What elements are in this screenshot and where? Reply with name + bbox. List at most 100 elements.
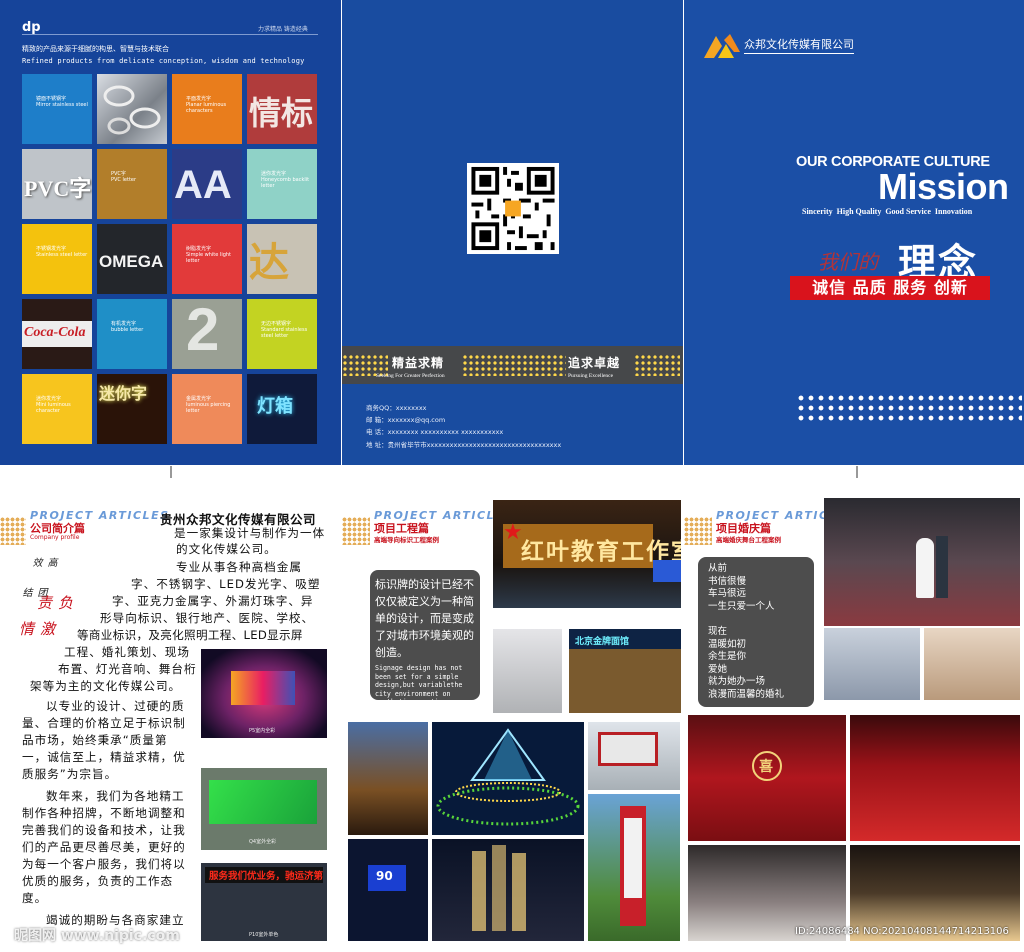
fold-mark (170, 466, 172, 478)
tile-red-letters: 情标 (247, 74, 317, 144)
paragraph-line: 专业从事各种高档金属 (176, 560, 302, 574)
paragraph-line: 优质的服务，负责的工作态 (22, 874, 174, 888)
led-single-photo: 服务我们优业务，驰运济第 P10室外单色 (201, 863, 327, 941)
toyota-logo-icon (103, 85, 161, 135)
paragraph-line: 为每一个客户服务，我们将以 (22, 857, 186, 871)
tile-mirror-steel: 镜面不锈钢字 Mirror stainless steel (22, 74, 92, 144)
tile-standard-steel: 无边不锈钢字 Standard stainless steel letter (247, 299, 317, 369)
paragraph-line: 是一家集设计与制作为一体 (174, 526, 326, 540)
banner-left-en: Seeking For Greater Perfection (376, 373, 445, 379)
tile-number-two: 2 (172, 299, 242, 369)
paragraph-line: 数年来，我们为各地精工 (46, 789, 185, 803)
contact-block: 商务QQ：xxxxxxxx 邮 箱：xxxxxxx@qq.com 电 话：xxx… (366, 402, 561, 451)
inner-page-projects: PROJECT ARTICLES 项目工程篇 高端导向标识工程案例 标识牌的设计… (342, 487, 683, 952)
paragraph-line: 度。 (22, 891, 48, 905)
page-gap (0, 465, 1024, 487)
paragraph-line: 工程、婚礼策划、现场 (64, 645, 190, 659)
banner-right-cn: 追求卓越 (568, 356, 621, 370)
paragraph-line: 字、不锈钢字、LED发光字、吸塑 (131, 577, 321, 591)
led-indoor-photo: P5室内全彩 (201, 649, 327, 738)
tile-metal-luminous: 金属发光字 luminous piercing letter (172, 374, 242, 444)
brand-logo: dp (22, 20, 41, 35)
banner-left-cn: 精益求精 (392, 356, 445, 370)
led-outdoor-photo: Q4室外全彩 (201, 768, 327, 850)
qr-code[interactable] (467, 163, 559, 254)
paragraph-line: 字、亚克力金属字、外漏灯珠字、异 (112, 594, 314, 608)
paragraph-line: 以专业的设计、过硬的质 (46, 699, 185, 713)
slogan-banner: 精益求精 Seeking For Greater Perfection 追求卓越… (342, 346, 683, 384)
watermark: 昵图网 www.nipic.com (14, 928, 180, 944)
tagline-right: 力求精品 铸造经典 (258, 26, 308, 33)
company-name: 众邦文化传媒有限公司 (744, 36, 854, 54)
divider (22, 34, 318, 35)
banner-dots-mid (462, 354, 566, 376)
shop-sign-photo: 北京金牌面馆 (569, 629, 681, 713)
tile-gold-letter: 达 (247, 224, 317, 294)
decor-dots (0, 517, 26, 545)
section-subtitle: Company profile (30, 534, 80, 541)
values-en: Sincerity High Quality Good Service Inno… (802, 207, 973, 216)
en-slogan: Refined products from delicate conceptio… (22, 57, 305, 65)
brochure-panel-cover: 众邦文化传媒有限公司 OUR CORPORATE CULTURE Mission… (684, 0, 1024, 465)
paragraph-line: 们的产品更尽善尽美，更好的 (22, 840, 186, 854)
pylon-sign-photo (588, 794, 680, 941)
billboard-photo (588, 722, 680, 790)
tile-cocacola: Coca-Cola (22, 299, 92, 369)
paragraph-line: 一，诚信至上，精益求精，优 (22, 750, 186, 764)
brochure-panel-products: dp 力求精品 铸造经典 精致的产品来源于细腻的构思、智慧与技术联合 Refin… (0, 0, 341, 465)
decor-dots (796, 393, 1022, 423)
banner-dots-right (634, 354, 680, 376)
contact-address: 地 址：贵州省毕节市xxxxxxxxxxxxxxxxxxxxxxxxxxxxxx… (366, 440, 562, 449)
paragraph-line: 品市场，始终秉承“质量第 (22, 733, 168, 747)
tile-omega: OMEGA (97, 224, 167, 294)
tile-pvc-photo: PVC字 (22, 149, 92, 219)
lobby-photo (493, 629, 562, 713)
decor-dots (684, 517, 712, 545)
wedding-backdrop-photo (924, 628, 1020, 700)
tile-toyota (97, 74, 167, 144)
paragraph-line: 架等为主的文化传媒公司。 (30, 679, 182, 693)
values-cn-bar: 诚信 品质 服务 创新 (790, 276, 990, 300)
light-tree-graphic (436, 728, 580, 826)
tile-planar-luminous: 平面发光字 Planar luminous characters (172, 74, 242, 144)
contact-email: 邮 箱：xxxxxxx@qq.com (366, 416, 446, 425)
tile-mini-photo: 迷你字 (97, 374, 167, 444)
tile-mini-luminous: 迷你发光字 Mini luminous character (22, 374, 92, 444)
night-sign-photo: 90 (348, 839, 428, 941)
paragraph-line: 质服务”为宗旨。 (22, 767, 118, 781)
tile-organic: 有机发光字 bubble letter (97, 299, 167, 369)
product-grid: 镜面不锈钢字 Mirror stainless steel 平面发光字 Plan… (22, 74, 320, 444)
inner-page-wedding: PROJECT ARTICLES 项目婚庆篇 高端婚庆舞台工程案例 从前 书信很… (684, 487, 1024, 952)
paragraph-line: 完善我们的设备和技术，让我 (22, 823, 186, 837)
tile-aa-photo: AA (172, 149, 242, 219)
banner-right-en: Pursuing Excellence (568, 373, 614, 379)
section-subtitle: 高端婚庆舞台工程案例 (716, 536, 781, 544)
contact-phone: 电 话：xxxxxxxx xxxxxxxxxx xxxxxxxxxxx (366, 428, 504, 437)
paragraph-line: 量、合理的价格立足于标识制 (22, 716, 186, 730)
paragraph-line: 制作各种招牌，不断地调整和 (22, 806, 186, 820)
poem-box: 从前 书信很慢 车马很远 一生只爱一个人 现在 温暖如初 余生是你 爱她 就为她… (698, 557, 814, 707)
cn-slogan: 精致的产品来源于细腻的构思、智慧与技术联合 (22, 45, 169, 53)
qr-code-icon (471, 166, 555, 251)
red-aisle-photo (850, 715, 1020, 841)
storefront-photo: 红叶教育工作室 ★ (493, 500, 681, 608)
fold-mark (856, 466, 858, 478)
night-building-photo (432, 839, 584, 941)
inner-page-profile: PROJECT ARTICLES 公司简介篇 Company profile 贵… (0, 487, 341, 952)
tile-resin: 树脂发光字 Simple white light letter (172, 224, 242, 294)
image-id: ID:24086484 NO:20210408144714213106 (795, 926, 1009, 937)
tile-lightbox-photo: 灯箱 (247, 374, 317, 444)
decor-dots (342, 517, 370, 545)
tile-honeycomb: 迷你发光字 Honeycomb backlit letter (247, 149, 317, 219)
values-cn: 诚信 品质 服务 创新 (812, 278, 968, 297)
tile-stainless: 不锈钢发光字 Stainless steel letter (22, 224, 92, 294)
section-subtitle: 高端导向标识工程案例 (374, 536, 439, 544)
contact-qq: 商务QQ：xxxxxxxx (366, 404, 427, 412)
pavilion-photo (348, 722, 428, 835)
paragraph-line: 形导向标识、银行地产、医院、学校、 (100, 611, 315, 625)
our-label: 我们的 (818, 250, 878, 274)
light-tree-photo (432, 722, 584, 835)
paragraph-line: 的文化传媒公司。 (176, 542, 277, 556)
mission-heading: Mission (878, 166, 1009, 207)
wedding-couple-photo (824, 498, 1020, 626)
